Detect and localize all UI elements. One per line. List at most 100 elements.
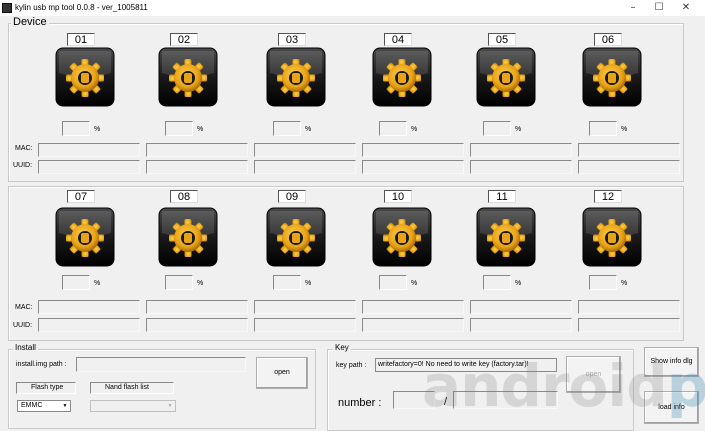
mac-field-07[interactable] — [38, 300, 140, 314]
percent-label-01: % — [94, 126, 101, 133]
flash-type-header: Flash type — [16, 382, 76, 394]
percent-label-06: % — [621, 126, 628, 133]
uuid-field-03[interactable] — [254, 160, 356, 174]
gear-icon — [266, 47, 326, 107]
watermark-logo: androidpc — [422, 352, 705, 420]
uuid-field-08[interactable] — [146, 318, 248, 332]
device-slot-icon-10[interactable] — [372, 207, 432, 267]
mac-field-09[interactable] — [254, 300, 356, 314]
mac-field-05[interactable] — [470, 143, 572, 157]
minimize-button[interactable]: – — [620, 0, 646, 16]
slot-number-08: 08 — [170, 190, 198, 203]
uuid-field-07[interactable] — [38, 318, 140, 332]
mac-field-03[interactable] — [254, 143, 356, 157]
gear-icon — [476, 47, 536, 107]
gear-icon — [158, 47, 218, 107]
slot-number-12: 12 — [594, 190, 622, 203]
maximize-icon: ☐ — [654, 2, 664, 13]
device-slot-icon-05[interactable] — [476, 47, 536, 107]
chevron-down-icon: ▼ — [167, 403, 173, 409]
device-slot-icon-09[interactable] — [266, 207, 326, 267]
uuid-field-04[interactable] — [362, 160, 464, 174]
slot-number-05: 05 — [488, 33, 516, 46]
gear-icon — [266, 207, 326, 267]
slot-number-06: 06 — [594, 33, 622, 46]
mac-field-02[interactable] — [146, 143, 248, 157]
percent-label-07: % — [94, 280, 101, 287]
percent-label-10: % — [411, 280, 418, 287]
uuid-field-09[interactable] — [254, 318, 356, 332]
device-slot-icon-01[interactable] — [55, 47, 115, 107]
app-icon — [2, 3, 12, 13]
device-slot-icon-02[interactable] — [158, 47, 218, 107]
client-area: Device 01 % 02 % 03 % 04 % 05 % 06 % MAC… — [0, 16, 705, 431]
slot-number-02: 02 — [170, 33, 198, 46]
progress-field-04 — [379, 121, 407, 136]
gear-icon — [582, 47, 642, 107]
percent-label-09: % — [305, 280, 312, 287]
uuid-field-02[interactable] — [146, 160, 248, 174]
slot-number-11: 11 — [488, 190, 516, 203]
mac-field-06[interactable] — [578, 143, 680, 157]
close-button[interactable]: ✕ — [673, 0, 699, 16]
device-slot-icon-08[interactable] — [158, 207, 218, 267]
uuid-field-11[interactable] — [470, 318, 572, 332]
chevron-down-icon: ▼ — [62, 403, 68, 409]
percent-label-08: % — [197, 280, 204, 287]
progress-field-06 — [589, 121, 617, 136]
mac-field-01[interactable] — [38, 143, 140, 157]
gear-icon — [158, 207, 218, 267]
uuid-field-05[interactable] — [470, 160, 572, 174]
uuid-field-10[interactable] — [362, 318, 464, 332]
uuid-field-06[interactable] — [578, 160, 680, 174]
slot-number-09: 09 — [278, 190, 306, 203]
device-slot-icon-11[interactable] — [476, 207, 536, 267]
install-path-label: install.img path : — [16, 361, 67, 368]
percent-label-02: % — [197, 126, 204, 133]
install-group-title: Install — [13, 343, 38, 352]
gear-icon — [55, 47, 115, 107]
slot-number-01: 01 — [67, 33, 95, 46]
percent-label-11: % — [515, 280, 522, 287]
progress-field-03 — [273, 121, 301, 136]
device-slot-icon-06[interactable] — [582, 47, 642, 107]
install-path-input[interactable] — [76, 357, 246, 372]
mac-label: MAC: — [15, 304, 33, 311]
nand-flash-select[interactable]: ▼ — [90, 400, 176, 412]
window-title: kylin usb mp tool 0.0.8 - ver_1005811 — [15, 3, 148, 12]
device-slot-icon-03[interactable] — [266, 47, 326, 107]
device-slot-icon-12[interactable] — [582, 207, 642, 267]
device-group-title: Device — [11, 16, 49, 28]
percent-label-05: % — [515, 126, 522, 133]
mac-field-08[interactable] — [146, 300, 248, 314]
progress-field-10 — [379, 275, 407, 290]
mac-field-04[interactable] — [362, 143, 464, 157]
uuid-field-12[interactable] — [578, 318, 680, 332]
percent-label-12: % — [621, 280, 628, 287]
percent-label-04: % — [411, 126, 418, 133]
gear-icon — [55, 207, 115, 267]
flash-type-value: EMMC — [21, 402, 43, 409]
uuid-field-01[interactable] — [38, 160, 140, 174]
progress-field-05 — [483, 121, 511, 136]
key-path-label: key path : — [336, 362, 367, 369]
device-slot-icon-04[interactable] — [372, 47, 432, 107]
progress-field-02 — [165, 121, 193, 136]
install-open-button[interactable]: open — [256, 357, 308, 389]
gear-icon — [372, 47, 432, 107]
minimize-icon: – — [630, 2, 636, 13]
nand-flash-list-header: Nand flash list — [90, 382, 174, 394]
watermark-accent: pc — [666, 352, 705, 420]
mac-field-12[interactable] — [578, 300, 680, 314]
flash-type-select[interactable]: EMMC ▼ — [17, 400, 71, 412]
progress-field-09 — [273, 275, 301, 290]
mac-field-10[interactable] — [362, 300, 464, 314]
progress-field-08 — [165, 275, 193, 290]
mac-field-11[interactable] — [470, 300, 572, 314]
device-slot-icon-07[interactable] — [55, 207, 115, 267]
mac-label: MAC: — [15, 145, 33, 152]
progress-field-12 — [589, 275, 617, 290]
maximize-button[interactable]: ☐ — [646, 0, 672, 16]
percent-label-03: % — [305, 126, 312, 133]
progress-field-07 — [62, 275, 90, 290]
